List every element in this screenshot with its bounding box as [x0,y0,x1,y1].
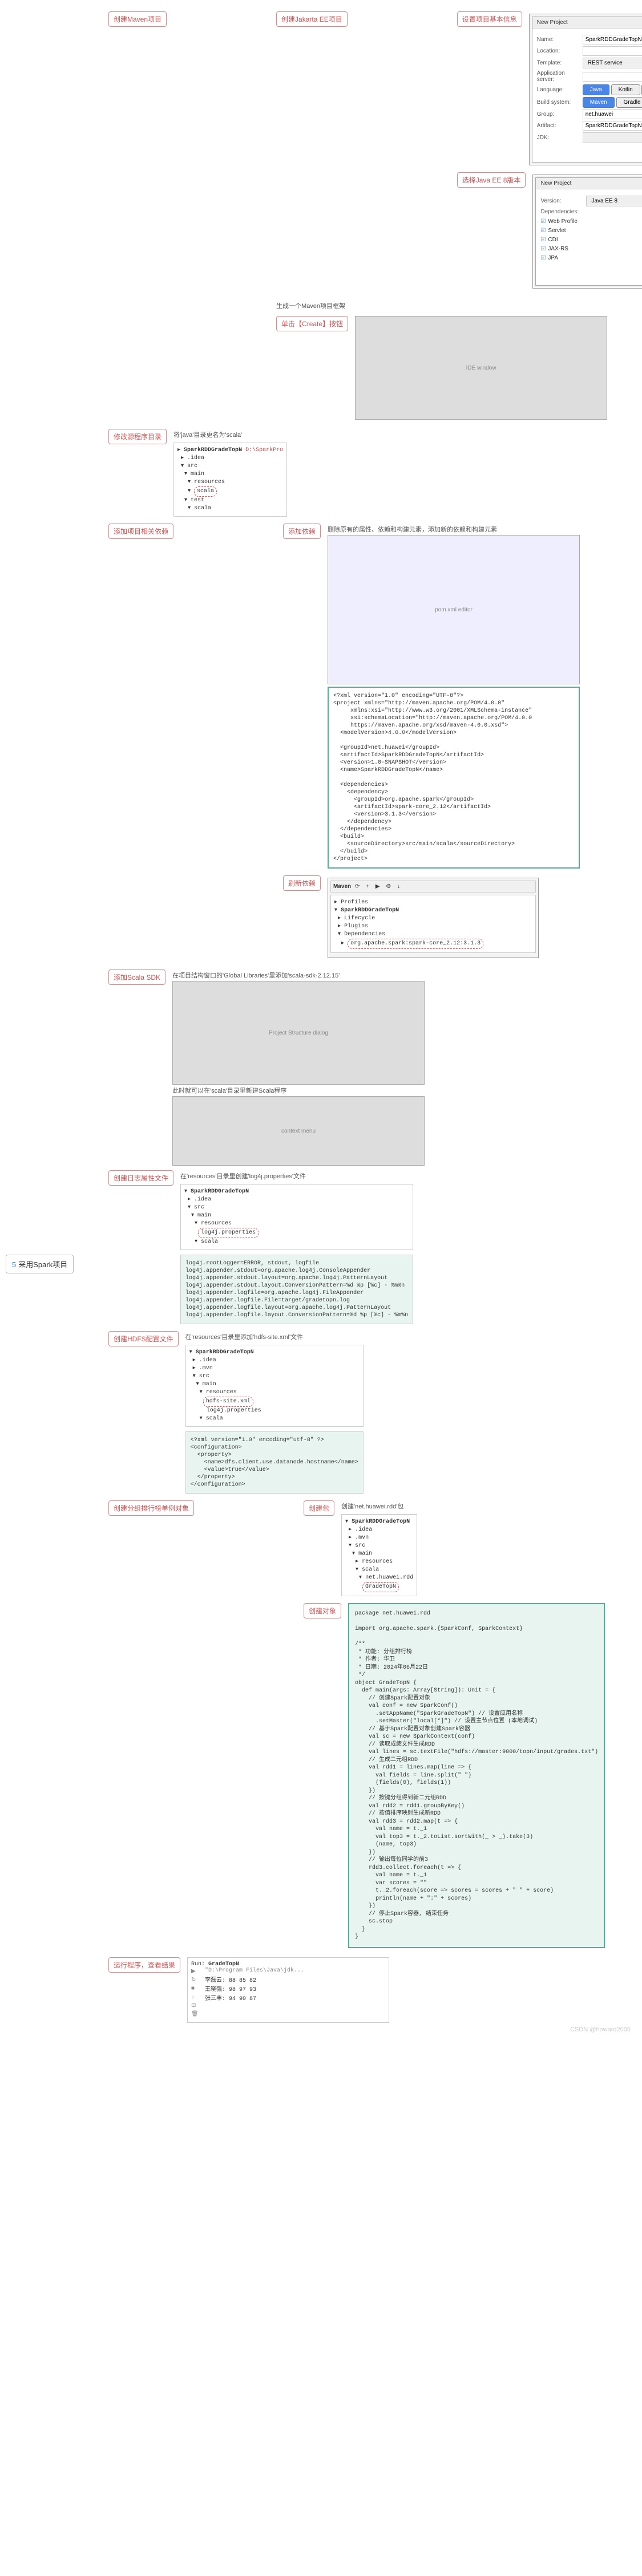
build-gradle[interactable]: Gradle [616,97,642,108]
pom-before: pom.xml editor [328,535,580,684]
deps-list[interactable]: Web ProfileServletCDIJAX-RSJPA [540,217,642,263]
appserver-input[interactable] [583,72,642,82]
node-create-maven: 创建Maven项目 [108,11,167,27]
artifact-input[interactable] [583,121,642,131]
node-add-dep-sub: 添加依赖 [283,524,321,539]
log4j-code: log4j.rootLogger=ERROR, stdout, logfile … [180,1255,413,1324]
deps-dialog: New Project Version:Java EE 8 Dependenci… [532,175,642,289]
node-scala-sdk: 添加Scala SDK [108,969,165,985]
hdfs-xml: <?xml version="1.0" encoding="utf-8" ?> … [185,1431,364,1494]
new-project-dialog: New Project Name: Location: Template:RES… [529,14,642,165]
jdk-select[interactable] [583,132,642,143]
ide-screenshot: IDE window [355,316,607,420]
project-tree: ▸ SparkRDDGradeTopN D:\SparkPro ▸ .idea … [173,443,287,517]
lang-java[interactable]: Java [583,84,609,95]
dialog-title: New Project [532,17,642,29]
root-node: 5采用Spark项目 [6,1255,74,1273]
tree-hdfs: ▾ SparkRDDGradeTopN ▸ .idea ▸ .mvn ▾ src… [185,1345,364,1427]
template-select[interactable]: REST service [583,58,642,68]
node-create-pkg: 创建包 [304,1500,334,1516]
node-singleton: 创建分组排行榜单例对象 [108,1500,194,1516]
tree-log4j: ▾ SparkRDDGradeTopN ▸ .idea ▾ src ▾ main… [180,1184,413,1250]
run-controls[interactable]: ▶↻■↓⊡🗑 [191,1968,205,2019]
node-run: 运行程序，查看结果 [108,1957,180,1973]
name-input[interactable] [583,35,642,44]
node-hdfs: 创建HDFS配置文件 [108,1331,179,1346]
pom-code: <?xml version="1.0" encoding="UTF-8"?><p… [328,687,580,869]
lang-kotlin[interactable]: Kotlin [611,84,640,95]
desc-maven-frame: 生成一个Maven项目框架 [276,300,345,311]
node-rename-src: 修改源程序目录 [108,429,167,444]
node-jakarta: 创建Jakarta EE项目 [276,11,348,27]
watermark: CSDN @howard2005 [570,2026,631,2033]
node-add-deps: 添加项目相关依赖 [108,524,173,539]
new-scala-menu: context menu [172,1096,425,1166]
node-refresh-deps: 刷新依赖 [283,875,321,891]
node-basic-info: 设置项目基本信息 [457,11,522,27]
node-log4j: 创建日志属性文件 [108,1170,173,1186]
scala-code: package net.huawei.rdd import org.apache… [348,1603,605,1948]
location-input[interactable] [583,46,642,56]
group-input[interactable] [583,109,642,119]
refresh-icon[interactable]: ⟳ [355,883,360,890]
node-create-obj: 创建对象 [304,1603,341,1618]
node-javaee8: 选择Java EE 8版本 [457,172,526,188]
run-panel: Run: GradeTopN ▶↻■↓⊡🗑 "D:\Program Files\… [187,1957,389,2023]
maven-panel: Maven ⟳ + ▶ ⚙ ↓ ▸ Profiles ▾ SparkRDDGra… [328,878,539,958]
tree-pkg: ▾ SparkRDDGradeTopN ▸ .idea ▸ .mvn ▾ src… [341,1514,417,1596]
global-libs: Project Structure dialog [172,981,425,1085]
build-maven[interactable]: Maven [583,97,615,108]
version-select[interactable]: Java EE 8 [586,196,642,206]
node-click-create: 单击【Create】按钮 [276,316,348,331]
